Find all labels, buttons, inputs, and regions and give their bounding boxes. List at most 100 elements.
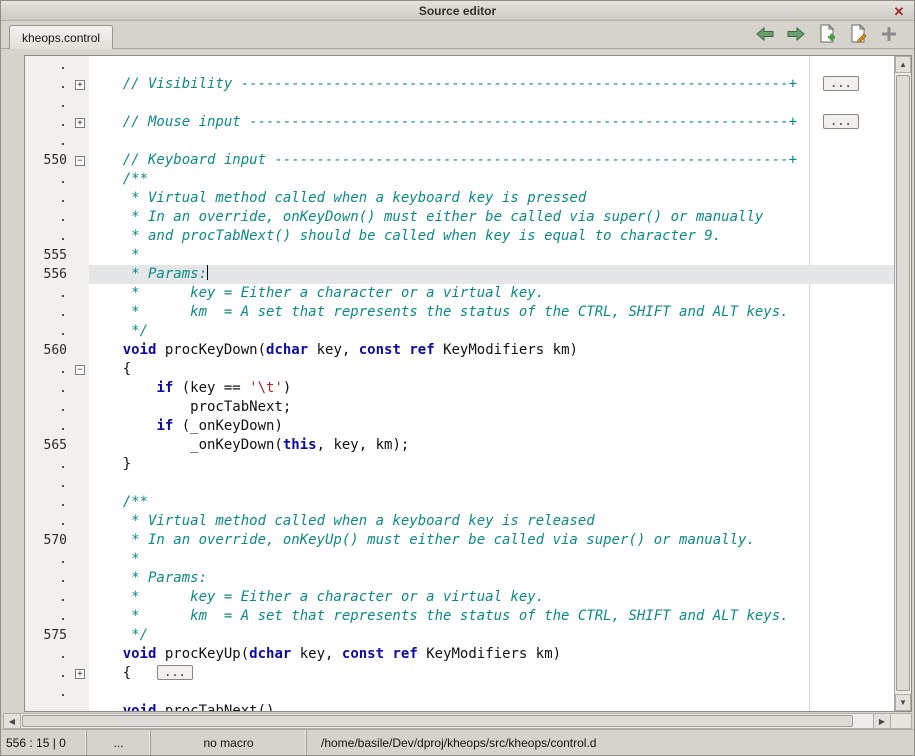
code-text[interactable]: * Virtual method called when a keyboard … bbox=[89, 189, 894, 208]
line-number[interactable]: 555 bbox=[25, 246, 73, 265]
code-text[interactable]: { bbox=[89, 360, 894, 379]
code-text[interactable]: * Virtual method called when a keyboard … bbox=[89, 512, 894, 531]
line-number[interactable]: . bbox=[25, 664, 73, 683]
scroll-right-button[interactable]: ▶ bbox=[873, 714, 890, 728]
fold-marker-icon[interactable]: − bbox=[75, 365, 85, 375]
document-add-button[interactable] bbox=[816, 24, 838, 44]
code-text[interactable]: // Keyboard input ----------------------… bbox=[89, 151, 894, 170]
code-text[interactable]: _onKeyDown(this, key, km); bbox=[89, 436, 894, 455]
horizontal-scrollbar[interactable]: ◀ ▶ bbox=[3, 713, 912, 729]
line-number[interactable]: . bbox=[25, 550, 73, 569]
go-back-button[interactable] bbox=[754, 24, 776, 44]
line-number[interactable]: . bbox=[25, 398, 73, 417]
line-number[interactable]: . bbox=[25, 189, 73, 208]
detach-button[interactable] bbox=[878, 24, 900, 44]
code-text[interactable]: * key = Either a character or a virtual … bbox=[89, 588, 894, 607]
code-text[interactable]: // Visibility --------------------------… bbox=[89, 75, 894, 94]
close-button[interactable]: ✕ bbox=[890, 2, 908, 20]
code-text[interactable]: */ bbox=[89, 322, 894, 341]
code-line: .+ // Mouse input ----------------------… bbox=[25, 113, 894, 132]
fold-gutter bbox=[73, 170, 89, 189]
code-text[interactable]: */ bbox=[89, 626, 894, 645]
line-number[interactable]: . bbox=[25, 702, 73, 711]
code-text[interactable]: * bbox=[89, 550, 894, 569]
line-number[interactable]: . bbox=[25, 303, 73, 322]
line-number[interactable]: . bbox=[25, 113, 73, 132]
fold-marker-icon[interactable]: + bbox=[75, 118, 85, 128]
code-text[interactable]: void procKeyDown(dchar key, const ref Ke… bbox=[89, 341, 894, 360]
code-text[interactable]: * key = Either a character or a virtual … bbox=[89, 284, 894, 303]
code-text[interactable]: * bbox=[89, 246, 894, 265]
line-number[interactable]: . bbox=[25, 474, 73, 493]
line-number[interactable]: 570 bbox=[25, 531, 73, 550]
line-number[interactable]: . bbox=[25, 227, 73, 246]
code-text[interactable]: void procKeyUp(dchar key, const ref KeyM… bbox=[89, 645, 894, 664]
fold-marker-icon[interactable]: + bbox=[75, 80, 85, 90]
line-number[interactable]: . bbox=[25, 683, 73, 702]
line-number[interactable]: . bbox=[25, 56, 73, 75]
line-number[interactable]: . bbox=[25, 645, 73, 664]
code-text[interactable] bbox=[89, 94, 894, 113]
tab-bar: kheops.control bbox=[1, 21, 914, 49]
line-number[interactable]: . bbox=[25, 170, 73, 189]
line-number[interactable]: . bbox=[25, 75, 73, 94]
code-text[interactable]: // Mouse input -------------------------… bbox=[89, 113, 894, 132]
vertical-scrollbar[interactable]: ▲ ▼ bbox=[894, 56, 911, 711]
code-text[interactable] bbox=[89, 132, 894, 151]
code-text[interactable]: } bbox=[89, 455, 894, 474]
line-number[interactable]: . bbox=[25, 455, 73, 474]
line-number[interactable]: . bbox=[25, 360, 73, 379]
code-text[interactable]: * Params: bbox=[89, 265, 894, 284]
line-number[interactable]: 565 bbox=[25, 436, 73, 455]
scroll-down-button[interactable]: ▼ bbox=[895, 694, 911, 711]
fold-gutter: − bbox=[73, 151, 89, 170]
line-number[interactable]: . bbox=[25, 512, 73, 531]
code-text[interactable]: /** bbox=[89, 170, 894, 189]
line-number[interactable]: . bbox=[25, 607, 73, 626]
code-text[interactable]: if (_onKeyDown) bbox=[89, 417, 894, 436]
code-text[interactable]: /** bbox=[89, 493, 894, 512]
code-text[interactable]: void procTabNext() bbox=[89, 702, 894, 711]
line-number[interactable]: 556 bbox=[25, 265, 73, 284]
code-text[interactable]: * In an override, onKeyDown() must eithe… bbox=[89, 208, 894, 227]
line-number[interactable]: . bbox=[25, 569, 73, 588]
line-number[interactable]: . bbox=[25, 208, 73, 227]
code-text[interactable]: * In an override, onKeyUp() must either … bbox=[89, 531, 894, 550]
document-save-button[interactable] bbox=[847, 24, 869, 44]
code-text[interactable]: procTabNext; bbox=[89, 398, 894, 417]
code-text[interactable]: {... bbox=[89, 664, 894, 683]
line-number[interactable]: 550 bbox=[25, 151, 73, 170]
code-text[interactable]: * and procTabNext() should be called whe… bbox=[89, 227, 894, 246]
line-number[interactable]: . bbox=[25, 284, 73, 303]
line-number[interactable]: 575 bbox=[25, 626, 73, 645]
go-forward-button[interactable] bbox=[785, 24, 807, 44]
vertical-scrollbar-thumb[interactable] bbox=[896, 75, 910, 691]
code-text[interactable]: * km = A set that represents the status … bbox=[89, 303, 894, 322]
caret-position-panel: 556 : 15 | 0 bbox=[1, 730, 87, 755]
line-number[interactable]: . bbox=[25, 379, 73, 398]
code-text[interactable]: * Params: bbox=[89, 569, 894, 588]
scroll-left-button[interactable]: ◀ bbox=[4, 714, 21, 728]
line-number[interactable]: . bbox=[25, 493, 73, 512]
fold-ellipsis[interactable]: ... bbox=[823, 76, 859, 91]
line-number[interactable]: . bbox=[25, 94, 73, 113]
line-number[interactable]: . bbox=[25, 322, 73, 341]
code-text[interactable] bbox=[89, 56, 894, 75]
code-text[interactable] bbox=[89, 474, 894, 493]
code-text[interactable]: if (key == '\t') bbox=[89, 379, 894, 398]
code-text[interactable] bbox=[89, 683, 894, 702]
horizontal-scrollbar-track[interactable] bbox=[21, 714, 873, 728]
app-window: Source editor ✕ kheops.control bbox=[0, 0, 915, 756]
fold-marker-icon[interactable]: + bbox=[75, 669, 85, 679]
line-number[interactable]: . bbox=[25, 588, 73, 607]
line-number[interactable]: . bbox=[25, 417, 73, 436]
fold-ellipsis[interactable]: ... bbox=[823, 114, 859, 129]
fold-marker-icon[interactable]: − bbox=[75, 156, 85, 166]
code-text[interactable]: * km = A set that represents the status … bbox=[89, 607, 894, 626]
scroll-up-button[interactable]: ▲ bbox=[895, 56, 911, 73]
line-number[interactable]: 560 bbox=[25, 341, 73, 360]
line-number[interactable]: . bbox=[25, 132, 73, 151]
tab-kheops-control[interactable]: kheops.control bbox=[9, 25, 113, 49]
horizontal-scrollbar-thumb[interactable] bbox=[22, 715, 853, 727]
fold-ellipsis[interactable]: ... bbox=[157, 665, 193, 680]
